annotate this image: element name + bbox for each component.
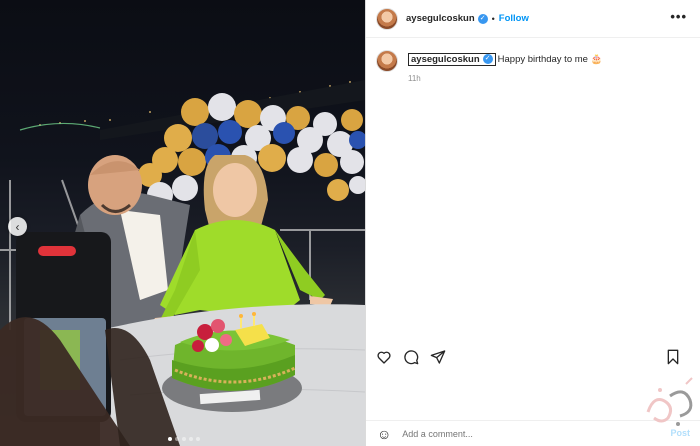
verified-badge-icon: ✓ bbox=[482, 54, 493, 65]
carousel-prev-button[interactable]: ‹ bbox=[8, 217, 27, 236]
carousel-dot bbox=[189, 437, 193, 441]
post-header: aysegulcoskun ✓ • Follow ••• bbox=[366, 0, 700, 38]
carousel-dot bbox=[196, 437, 200, 441]
photo-illustration bbox=[0, 80, 365, 446]
emoji-icon[interactable]: ☺ bbox=[377, 426, 391, 442]
share-icon[interactable] bbox=[430, 349, 446, 365]
caption-avatar[interactable] bbox=[376, 50, 398, 72]
bookmark-icon[interactable] bbox=[666, 349, 680, 365]
verified-badge-icon: ✓ bbox=[477, 13, 488, 24]
bridge bbox=[19, 122, 101, 131]
carousel-dot bbox=[182, 437, 186, 441]
follow-button[interactable]: Follow bbox=[499, 13, 529, 24]
caption-body: aysegulcoskun ✓ Happy birthday to me 🎂 bbox=[408, 53, 603, 72]
header-username[interactable]: aysegulcoskun bbox=[406, 13, 475, 24]
heart-icon[interactable] bbox=[376, 349, 392, 365]
separator-dot: • bbox=[491, 13, 495, 24]
caption-text: Happy birthday to me 🎂 bbox=[497, 54, 603, 65]
more-options-icon[interactable]: ••• bbox=[670, 9, 687, 24]
avatar[interactable] bbox=[376, 7, 398, 30]
carousel-dots bbox=[168, 437, 200, 441]
comment-input[interactable] bbox=[402, 428, 633, 439]
post-photo[interactable]: ‹ bbox=[0, 0, 365, 446]
caption: aysegulcoskun ✓ Happy birthday to me 🎂 bbox=[376, 50, 691, 72]
caption-username[interactable]: aysegulcoskun bbox=[411, 54, 480, 65]
carousel-dot bbox=[175, 437, 179, 441]
watermark-logo bbox=[646, 377, 693, 426]
carousel-dot bbox=[168, 437, 172, 441]
comment-icon[interactable] bbox=[403, 349, 419, 365]
post-timestamp[interactable]: 11h bbox=[408, 74, 421, 83]
action-bar bbox=[376, 347, 691, 367]
